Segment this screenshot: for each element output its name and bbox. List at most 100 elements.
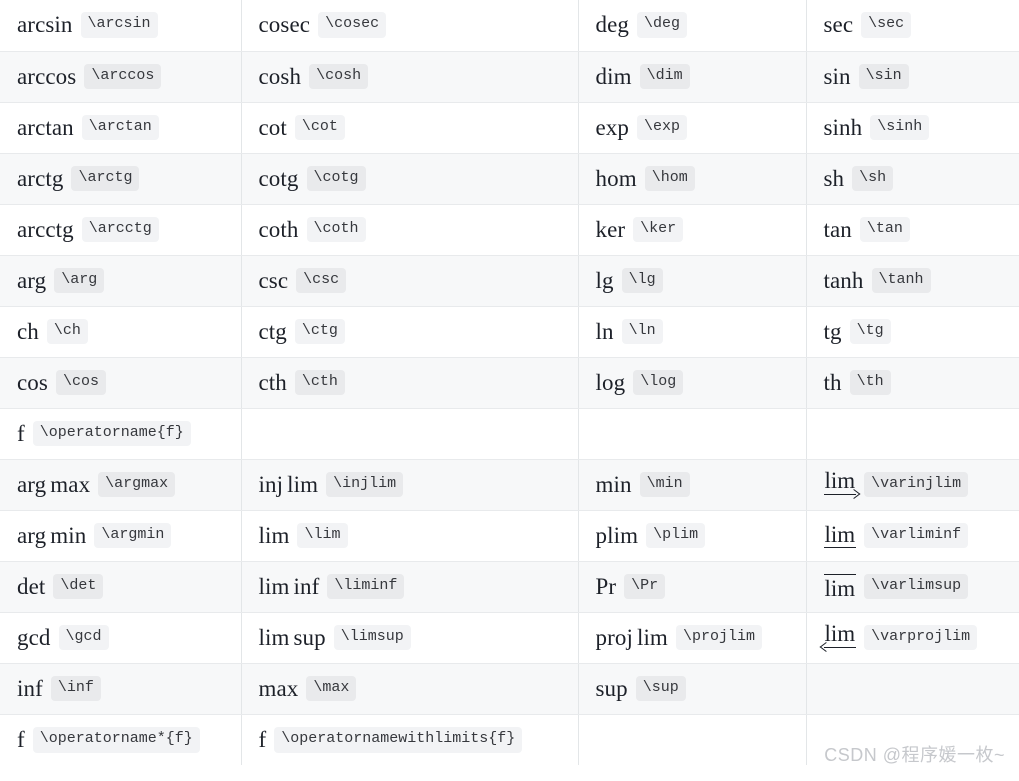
latex-command-badge[interactable]: \varprojlim [864,624,978,651]
table-cell: lim \varinjlim [806,459,1019,511]
latex-command-badge[interactable]: \sinh [870,114,930,141]
latex-command-badge[interactable]: \min [639,471,690,498]
operator-rendering: sinh [823,114,863,140]
latex-command-badge[interactable]: \arcsin [80,12,158,39]
table-cell: log \log [578,357,807,409]
latex-command-badge[interactable]: \log [633,369,684,396]
latex-command-badge[interactable]: \det [53,573,104,600]
table-cell: csc \csc [241,255,579,307]
table-cell: cosec \cosec [241,0,579,52]
operator-rendering: arccos [17,63,77,89]
table-cell: ctg \ctg [241,306,579,358]
latex-command-badge[interactable]: \operatorname{f} [32,420,191,447]
latex-command-badge[interactable]: \csc [296,267,347,294]
latex-command-badge[interactable]: \injlim [326,471,404,498]
latex-command-badge[interactable]: \ker [633,216,684,243]
latex-command-badge[interactable]: \arctg [71,165,140,192]
operator-label: lim [824,522,856,547]
operator-rendering: f [258,726,267,752]
latex-command-badge[interactable]: \varinjlim [864,471,969,498]
latex-command-badge[interactable]: \dim [639,63,690,90]
table-row: cos \cos cth \cth log \log th \th [0,357,1019,409]
operator-rendering: proj lim [595,624,668,650]
latex-command-badge[interactable]: \max [306,675,357,702]
operator-rendering: cosh [258,63,302,89]
latex-command-badge[interactable]: \ch [46,318,88,345]
operator-rendering: sh [823,165,845,191]
latex-command-badge[interactable]: \argmax [98,471,176,498]
latex-command-badge[interactable]: \coth [306,216,366,243]
table-cell: inf \inf [0,663,242,715]
operator-rendering: arg min [17,522,87,548]
operator-rendering: th [823,369,842,395]
operator-rendering: log [595,369,626,395]
latex-command-badge[interactable]: \sin [858,63,909,90]
latex-command-badge[interactable]: \varliminf [864,522,969,549]
table-cell: deg \deg [578,0,807,52]
table-cell: sin \sin [806,51,1019,103]
latex-command-badge[interactable]: \cosec [318,12,387,39]
latex-command-badge[interactable]: \cth [294,369,345,396]
table-cell [806,408,1019,460]
latex-command-badge[interactable]: \gcd [58,624,109,651]
table-cell: sup \sup [578,663,807,715]
latex-command-badge[interactable]: \Pr [624,573,666,600]
table-cell: arctg \arctg [0,153,242,205]
table-cell: coth \coth [241,204,579,256]
operator-rendering: arctg [17,165,64,191]
latex-command-badge[interactable]: \tanh [871,267,931,294]
latex-command-badge[interactable]: \liminf [327,573,405,600]
operator-rendering: ch [17,318,39,344]
table-cell: plim \plim [578,510,807,562]
operator-rendering: cot [258,114,287,140]
table-row: arg \arg csc \csc lg \lg tanh \tanh [0,255,1019,307]
latex-command-badge[interactable]: \cosh [309,63,369,90]
latex-command-badge[interactable]: \inf [50,675,101,702]
operator-rendering: tanh [823,267,864,293]
latex-command-badge[interactable]: \cos [55,369,106,396]
operator-rendering: lg [595,267,614,293]
table-cell: cosh \cosh [241,51,579,103]
table-cell [241,408,579,460]
latex-command-badge[interactable]: \sh [852,165,894,192]
table-cell: ch \ch [0,306,242,358]
latex-command-badge[interactable]: \projlim [675,624,762,651]
latex-command-badge[interactable]: \operatorname*{f} [32,726,200,753]
table-cell: arccos \arccos [0,51,242,103]
operator-rendering-arrow-right-under: lim [823,469,857,501]
operator-rendering: sec [823,12,854,38]
underline-decoration [823,547,857,548]
latex-command-badge[interactable]: \arccos [84,63,162,90]
table-cell: sh \sh [806,153,1019,205]
latex-command-badge[interactable]: \lim [297,522,348,549]
operator-rendering: tg [823,318,842,344]
table-cell: arg max \argmax [0,459,242,511]
latex-command-badge[interactable]: \arctan [81,114,159,141]
operator-rendering: cotg [258,165,299,191]
latex-command-badge[interactable]: \operatornamewithlimits{f} [274,726,523,753]
latex-command-badge[interactable]: \cot [294,114,345,141]
latex-command-badge[interactable]: \ln [621,318,663,345]
latex-command-badge[interactable]: \th [849,369,891,396]
latex-command-badge[interactable]: \sec [861,12,912,39]
latex-command-badge[interactable]: \arg [54,267,105,294]
latex-command-badge[interactable]: \tg [849,318,891,345]
latex-command-badge[interactable]: \deg [637,12,688,39]
latex-command-badge[interactable]: \hom [644,165,695,192]
latex-command-badge[interactable]: \ctg [294,318,345,345]
latex-command-badge[interactable]: \argmin [94,522,172,549]
operator-rendering: inj lim [258,471,319,497]
latex-command-badge[interactable]: \varlimsup [864,573,969,600]
latex-command-badge[interactable]: \tan [859,216,910,243]
operator-rendering: tan [823,216,852,242]
table-cell: cos \cos [0,357,242,409]
latex-command-badge[interactable]: \arcctg [81,216,159,243]
latex-command-badge[interactable]: \limsup [333,624,411,651]
latex-command-badge[interactable]: \exp [637,114,688,141]
latex-command-badge[interactable]: \plim [646,522,706,549]
latex-command-badge[interactable]: \lg [621,267,663,294]
operator-rendering-bar-under: lim [823,522,857,548]
table-cell: sinh \sinh [806,102,1019,154]
latex-command-badge[interactable]: \sup [635,675,686,702]
latex-command-badge[interactable]: \cotg [306,165,366,192]
